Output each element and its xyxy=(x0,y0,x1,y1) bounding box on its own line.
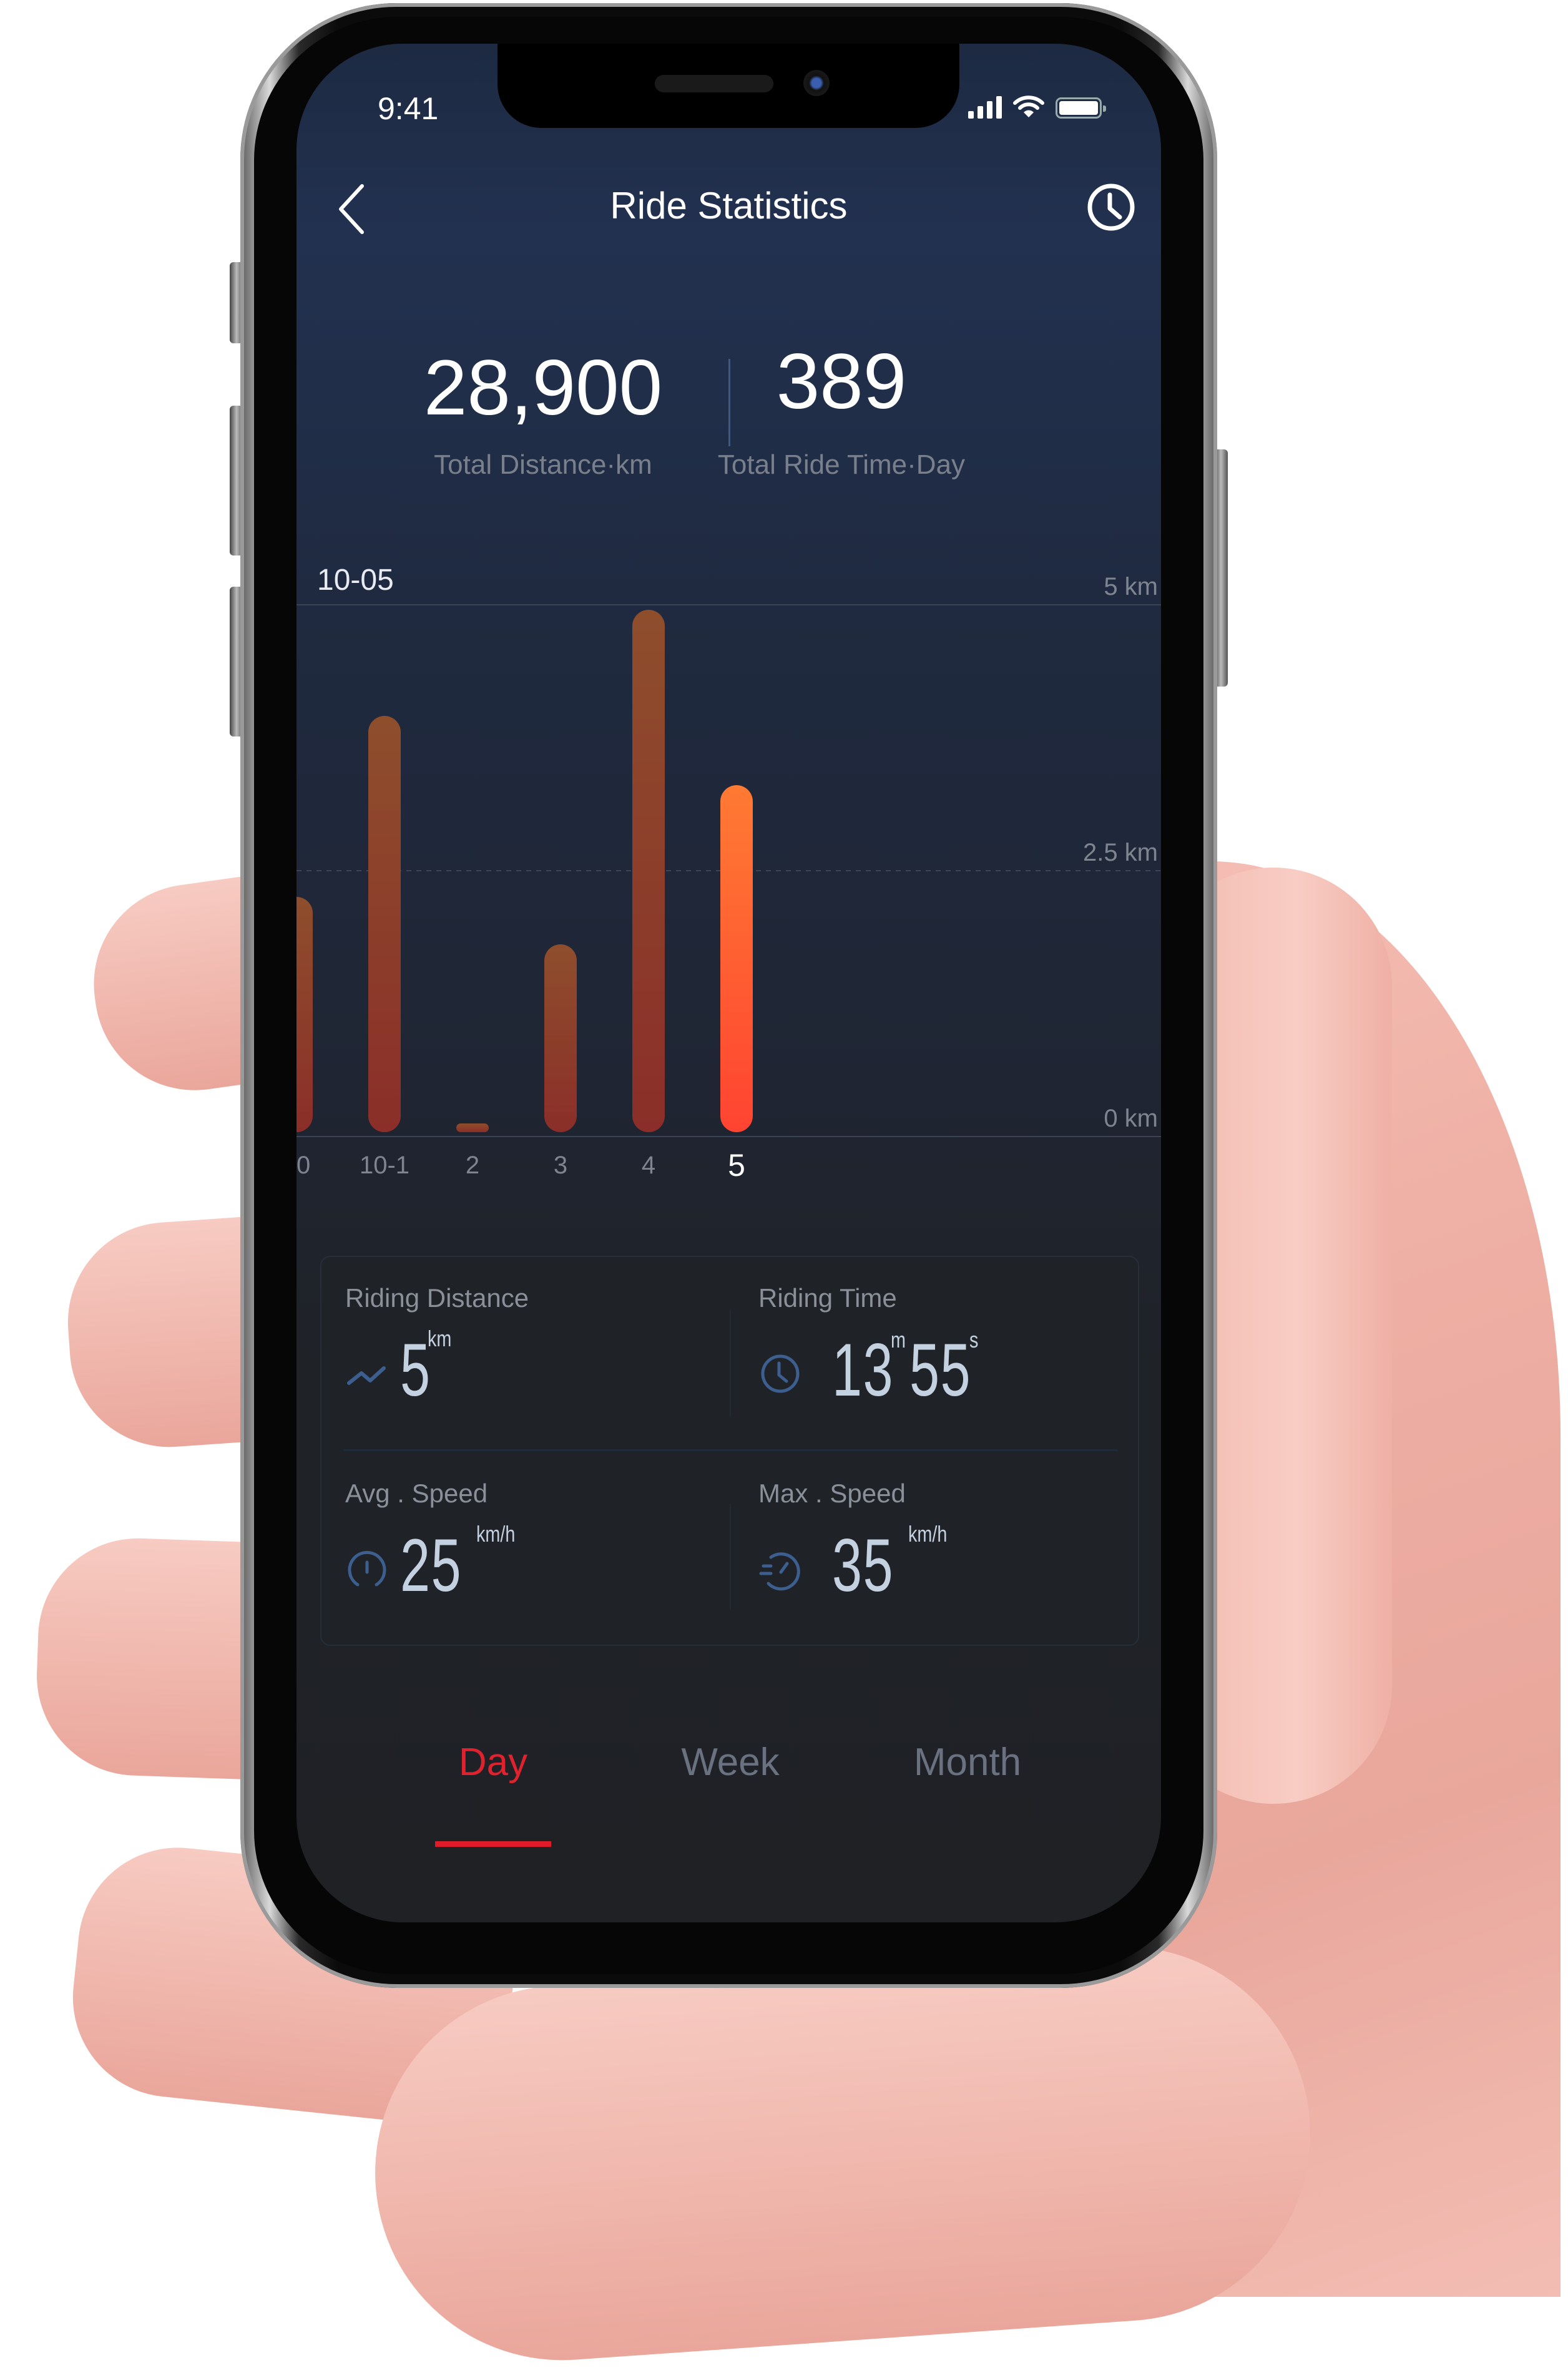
x-tick-label[interactable]: 5 xyxy=(687,1147,786,1183)
y-tick-label: 0 km xyxy=(1104,1105,1158,1132)
metric-unit-seconds: s xyxy=(969,1327,979,1353)
metric-unit: km/h xyxy=(476,1521,516,1547)
riding-distance-metric: Riding Distance 5 km xyxy=(345,1283,529,1412)
card-divider-vertical xyxy=(730,1310,731,1416)
gridline xyxy=(296,1136,1161,1137)
clock-icon xyxy=(761,1354,800,1393)
x-tick-label[interactable]: 2 xyxy=(423,1152,522,1180)
x-tick-label[interactable]: 4 xyxy=(599,1152,698,1180)
metric-unit-minutes: m xyxy=(891,1327,906,1353)
x-tick-label[interactable]: 10-1 xyxy=(335,1152,434,1180)
bar-5[interactable] xyxy=(720,785,753,1132)
hand-base xyxy=(362,1934,1323,2373)
metric-value-minutes: 13 xyxy=(832,1328,894,1412)
bar-2[interactable] xyxy=(456,1123,489,1132)
metric-label: Max . Speed xyxy=(758,1479,906,1508)
max-speed-metric: Max . Speed 35 km/h xyxy=(758,1479,947,1607)
card-divider-vertical xyxy=(730,1504,731,1610)
riding-time-metric: Riding Time 13 m 55 s xyxy=(758,1283,978,1412)
bar-10-1[interactable] xyxy=(368,715,401,1132)
metrics-card: Riding Distance 5 km Riding Time 13 m 55… xyxy=(320,1256,1139,1646)
active-tab-indicator xyxy=(435,1841,551,1847)
speedometer-icon xyxy=(348,1550,386,1587)
metric-value: 35 xyxy=(832,1524,894,1607)
y-tick-label: 5 km xyxy=(1104,573,1158,600)
app-screen: 9:41 Ride Statistics 28,900 Total Distan… xyxy=(296,44,1161,1922)
y-tick-label: 2.5 km xyxy=(1082,839,1158,866)
card-divider-horizontal xyxy=(343,1449,1117,1451)
distance-bar-chart: 5 km2.5 km0 km3010-12345 xyxy=(296,44,1161,1230)
avg-speed-metric: Avg . Speed 25 km/h xyxy=(345,1479,515,1607)
metric-value-seconds: 55 xyxy=(909,1328,971,1412)
fast-speedometer-icon xyxy=(759,1552,800,1591)
metric-unit: km xyxy=(428,1326,452,1351)
bar-30[interactable] xyxy=(296,896,313,1132)
trend-line-icon xyxy=(347,1366,386,1385)
metric-label: Avg . Speed xyxy=(345,1479,488,1508)
x-tick-label[interactable]: 3 xyxy=(511,1152,610,1180)
tab-week[interactable]: Week xyxy=(637,1740,824,1784)
gridline xyxy=(296,604,1161,605)
metric-label: Riding Distance xyxy=(345,1283,529,1313)
bar-4[interactable] xyxy=(632,609,665,1132)
metric-value: 25 xyxy=(400,1524,462,1607)
metric-label: Riding Time xyxy=(758,1283,897,1313)
tab-month[interactable]: Month xyxy=(874,1740,1061,1784)
tab-day[interactable]: Day xyxy=(399,1740,587,1784)
bar-3[interactable] xyxy=(544,944,577,1132)
metric-unit: km/h xyxy=(908,1521,948,1547)
metric-value: 5 xyxy=(400,1328,431,1412)
